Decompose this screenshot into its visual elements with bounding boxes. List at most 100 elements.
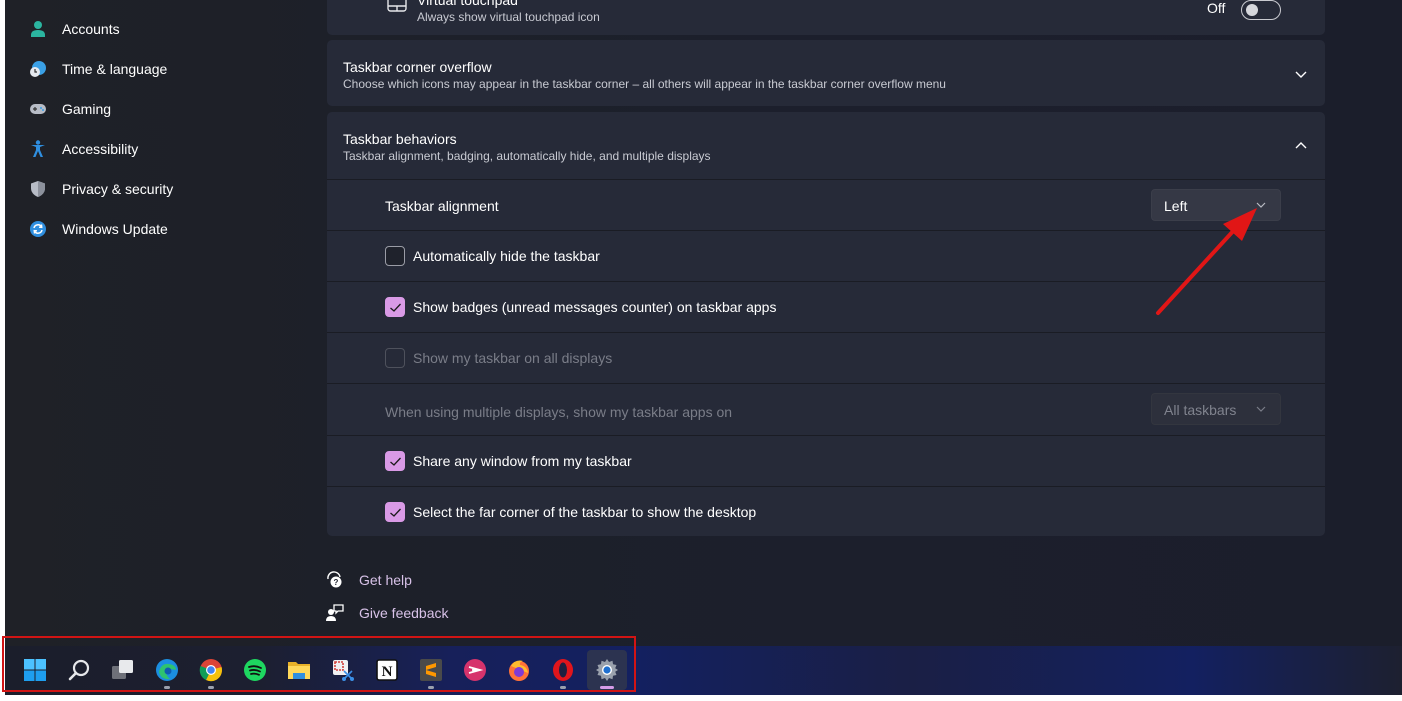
running-indicator (208, 686, 214, 689)
virtual-touchpad-title: Virtual touchpad (417, 0, 518, 8)
corner-overflow-card[interactable]: Taskbar corner overflow Choose which ico… (327, 40, 1325, 106)
globe-clock-icon (29, 60, 47, 78)
multi-display-label: When using multiple displays, show my ta… (385, 404, 733, 420)
svg-text:N: N (382, 664, 393, 680)
taskbar-snipping-tool-button[interactable] (323, 650, 363, 690)
sidebar-item-label: Accessibility (62, 141, 139, 157)
get-help-link[interactable]: ? Get help (325, 568, 445, 592)
far-corner-label: Select the far corner of the taskbar to … (413, 504, 757, 520)
taskbar-edge-button[interactable] (147, 650, 187, 690)
sidebar-item-label: Windows Update (62, 221, 168, 237)
sidebar-item-label: Accounts (62, 21, 120, 37)
virtual-touchpad-card: Virtual touchpad Always show virtual tou… (327, 0, 1325, 35)
chevron-down-icon (1256, 406, 1266, 412)
chevron-down-icon[interactable] (1295, 68, 1307, 80)
share-window-row: Share any window from my taskbar (327, 435, 1325, 486)
taskbar-chrome-button[interactable] (191, 650, 231, 690)
snipping-tool-icon (333, 660, 354, 681)
multi-display-dropdown[interactable]: All taskbars (1151, 393, 1281, 425)
gear-icon (596, 659, 618, 681)
alignment-value: Left (1164, 198, 1188, 214)
sidebar-item-label: Privacy & security (62, 181, 174, 197)
taskbar-notion-button[interactable]: N (367, 650, 407, 690)
auto-hide-row: Automatically hide the taskbar (327, 230, 1325, 281)
alignment-label: Taskbar alignment (385, 198, 499, 214)
all-displays-checkbox[interactable] (385, 348, 405, 368)
alignment-dropdown[interactable]: Left (1151, 189, 1281, 221)
get-help-label: Get help (359, 572, 412, 588)
taskbar-settings-button[interactable] (587, 650, 627, 690)
auto-hide-label: Automatically hide the taskbar (413, 248, 600, 264)
feedback-icon (326, 604, 344, 621)
toggle-state-label: Off (1207, 0, 1226, 16)
running-indicator (428, 686, 434, 689)
sidebar-item-label: Time & language (62, 61, 168, 77)
far-corner-row: Select the far corner of the taskbar to … (327, 486, 1325, 536)
taskbar-start-button[interactable] (15, 650, 55, 690)
svg-text:?: ? (334, 578, 339, 587)
taskbar-file-explorer-button[interactable] (279, 650, 319, 690)
touchpad-icon (387, 0, 407, 17)
app-pink-icon (464, 659, 486, 681)
folder-icon (288, 662, 310, 679)
share-window-checkbox[interactable] (385, 451, 405, 471)
active-indicator (600, 686, 614, 689)
person-icon (29, 20, 47, 38)
taskbar-opera-button[interactable] (543, 650, 583, 690)
sidebar-item-windows-update[interactable]: Windows Update (5, 211, 305, 247)
settings-window: Accounts Time & language Gaming Accessib… (5, 0, 1402, 695)
shield-icon (29, 180, 47, 198)
taskbar-sublime-text-button[interactable] (411, 650, 451, 690)
accessibility-icon (29, 140, 47, 158)
sidebar: Accounts Time & language Gaming Accessib… (5, 0, 325, 640)
behaviors-subtitle: Taskbar alignment, badging, automaticall… (343, 149, 711, 163)
notion-icon: N (376, 659, 398, 681)
task-view-icon (112, 660, 133, 679)
multi-display-row: When using multiple displays, show my ta… (327, 383, 1325, 435)
sidebar-item-gaming[interactable]: Gaming (5, 91, 305, 127)
corner-overflow-title: Taskbar corner overflow (343, 59, 492, 75)
taskbar-spotify-button[interactable] (235, 650, 275, 690)
taskbar-firefox-button[interactable] (499, 650, 539, 690)
bottom-border (0, 695, 1402, 701)
sidebar-item-accounts[interactable]: Accounts (5, 11, 305, 47)
chevron-up-icon[interactable] (1295, 140, 1307, 152)
gamepad-icon (29, 100, 47, 118)
toggle-knob (1246, 4, 1258, 16)
opera-icon (553, 659, 573, 681)
multi-display-value: All taskbars (1164, 402, 1237, 418)
checkmark-icon (390, 303, 401, 312)
windows-logo-icon (24, 659, 46, 681)
checkmark-icon (390, 508, 401, 517)
sidebar-item-privacy-security[interactable]: Privacy & security (5, 171, 305, 207)
taskbar: N (5, 646, 1402, 695)
taskbar-task-view-button[interactable] (103, 650, 143, 690)
badges-row: Show badges (unread messages counter) on… (327, 281, 1325, 332)
all-displays-label: Show my taskbar on all displays (413, 350, 613, 366)
edge-icon (156, 659, 178, 681)
spotify-icon (244, 659, 266, 681)
sidebar-item-time-language[interactable]: Time & language (5, 51, 305, 87)
give-feedback-link[interactable]: Give feedback (325, 601, 465, 625)
chrome-icon (199, 659, 222, 682)
alignment-row: Taskbar alignment Left (327, 179, 1325, 230)
all-displays-row: Show my taskbar on all displays (327, 332, 1325, 383)
checkmark-icon (390, 457, 401, 466)
help-icon: ? (327, 571, 342, 588)
badges-label: Show badges (unread messages counter) on… (413, 299, 777, 315)
virtual-touchpad-subtitle: Always show virtual touchpad icon (417, 10, 600, 24)
running-indicator (560, 686, 566, 689)
corner-overflow-subtitle: Choose which icons may appear in the tas… (343, 77, 946, 91)
search-icon (68, 659, 90, 681)
badges-checkbox[interactable] (385, 297, 405, 317)
virtual-touchpad-toggle[interactable] (1241, 0, 1281, 20)
sidebar-item-accessibility[interactable]: Accessibility (5, 131, 305, 167)
sync-icon (29, 220, 47, 238)
behaviors-card-header[interactable]: Taskbar behaviors Taskbar alignment, bad… (327, 112, 1325, 179)
taskbar-search-button[interactable] (59, 650, 99, 690)
auto-hide-checkbox[interactable] (385, 246, 405, 266)
sublime-text-icon (420, 659, 442, 681)
taskbar-pink-app-button[interactable] (455, 650, 495, 690)
far-corner-checkbox[interactable] (385, 502, 405, 522)
behaviors-title: Taskbar behaviors (343, 131, 457, 147)
